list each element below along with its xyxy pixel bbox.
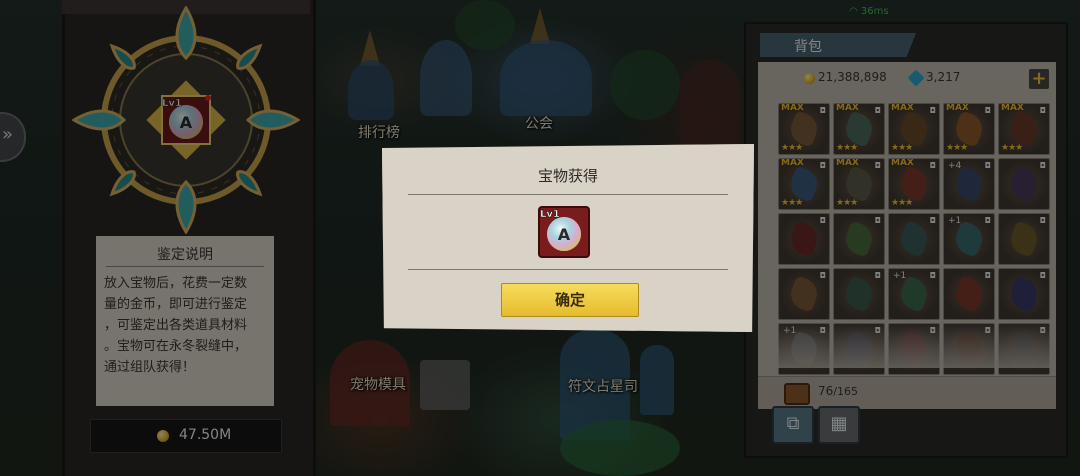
dialog-title: 宝物获得 [537, 167, 598, 185]
confirm-button[interactable]: 确定 [501, 283, 639, 317]
dialog-divider-bottom [408, 269, 728, 270]
reward-item-card[interactable]: A Lv1 [538, 206, 590, 258]
dialog-divider-top [408, 194, 728, 195]
reward-letter: A [558, 225, 571, 244]
reward-level: Lv1 [540, 209, 560, 220]
